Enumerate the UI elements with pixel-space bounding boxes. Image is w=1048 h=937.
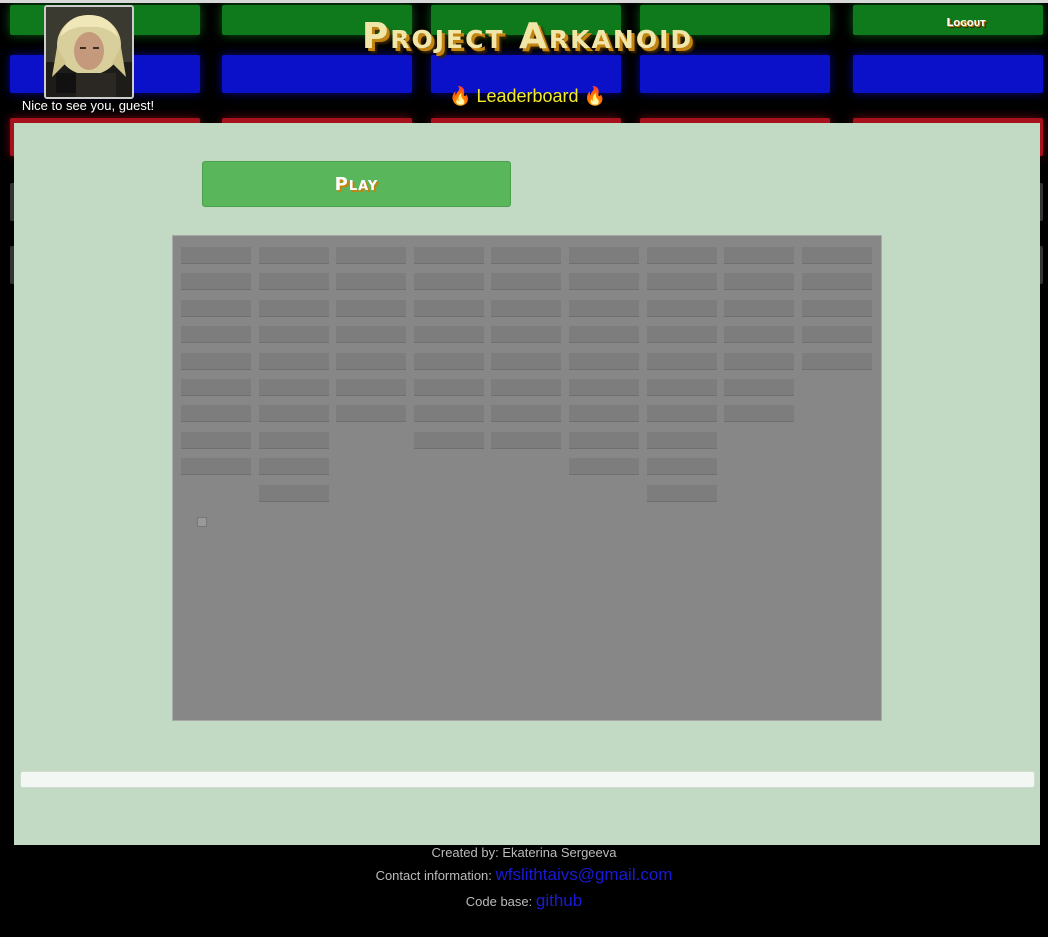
main-panel: Play: [14, 123, 1040, 845]
github-link[interactable]: github: [536, 891, 582, 910]
avatar-image: [46, 7, 132, 97]
created-label: Created by:: [431, 845, 499, 860]
game-brick: [181, 353, 251, 369]
game-brick: [259, 247, 329, 263]
game-brick: [724, 273, 794, 289]
game-brick: [569, 379, 639, 395]
game-brick: [647, 300, 717, 316]
footer-code: Code base: github: [0, 891, 1048, 911]
game-brick: [647, 485, 717, 501]
author-name: Ekaterina Sergeeva: [502, 845, 617, 860]
game-brick: [414, 247, 484, 263]
game-brick: [647, 458, 717, 474]
code-label: Code base:: [465, 894, 533, 909]
game-brick: [336, 379, 406, 395]
email-link[interactable]: wfslithtaivs@gmail.com: [496, 865, 673, 884]
game-brick: [259, 300, 329, 316]
game-brick: [491, 353, 561, 369]
game-brick: [181, 326, 251, 342]
game-brick: [181, 247, 251, 263]
leaderboard-link[interactable]: 🔥 Leaderboard 🔥: [400, 86, 655, 107]
game-brick: [259, 326, 329, 342]
game-brick: [259, 405, 329, 421]
game-ball: [197, 517, 207, 527]
game-brick: [647, 273, 717, 289]
game-brick: [491, 432, 561, 448]
footer-credits: Created by: Ekaterina Sergeeva: [0, 845, 1048, 860]
game-brick: [414, 326, 484, 342]
game-brick: [569, 405, 639, 421]
logout-button[interactable]: Logout: [938, 16, 994, 29]
game-brick: [647, 326, 717, 342]
game-brick: [724, 300, 794, 316]
game-brick: [647, 432, 717, 448]
game-brick: [259, 458, 329, 474]
game-brick: [647, 379, 717, 395]
game-brick: [414, 379, 484, 395]
game-brick: [414, 353, 484, 369]
game-brick: [259, 353, 329, 369]
game-brick: [414, 300, 484, 316]
game-brick: [181, 458, 251, 474]
footer-contact: Contact information: wfslithtaivs@gmail.…: [0, 865, 1048, 885]
game-brick: [491, 247, 561, 263]
game-brick: [724, 405, 794, 421]
game-brick: [336, 300, 406, 316]
game-brick: [647, 247, 717, 263]
game-brick: [802, 353, 872, 369]
game-brick: [181, 273, 251, 289]
game-brick: [569, 353, 639, 369]
game-brick: [259, 273, 329, 289]
top-divider: [0, 0, 1048, 3]
game-brick: [336, 353, 406, 369]
game-brick: [569, 247, 639, 263]
game-brick: [336, 405, 406, 421]
game-brick: [647, 353, 717, 369]
background-brick: [640, 55, 830, 93]
game-brick: [181, 432, 251, 448]
game-brick: [181, 405, 251, 421]
game-brick: [724, 379, 794, 395]
game-brick: [491, 405, 561, 421]
avatar: [44, 5, 134, 99]
game-brick: [491, 273, 561, 289]
game-brick: [569, 300, 639, 316]
game-brick: [414, 405, 484, 421]
background-brick: [853, 55, 1043, 93]
background-brick: [222, 55, 412, 93]
progress-bar: [20, 771, 1035, 788]
game-brick: [259, 379, 329, 395]
game-brick: [181, 300, 251, 316]
greeting-text: Nice to see you, guest!: [21, 98, 155, 113]
game-brick: [491, 326, 561, 342]
game-brick: [259, 432, 329, 448]
game-brick: [569, 458, 639, 474]
game-brick: [802, 300, 872, 316]
game-brick: [569, 326, 639, 342]
game-brick: [414, 273, 484, 289]
contact-label: Contact information:: [375, 868, 492, 883]
game-brick: [414, 432, 484, 448]
game-brick: [336, 326, 406, 342]
game-brick: [336, 247, 406, 263]
game-brick: [724, 247, 794, 263]
game-brick: [647, 405, 717, 421]
game-brick: [336, 273, 406, 289]
page-title: Project Arkanoid: [361, 16, 694, 57]
game-brick: [181, 379, 251, 395]
game-brick: [569, 273, 639, 289]
game-brick: [802, 273, 872, 289]
game-brick: [724, 353, 794, 369]
game-brick: [491, 300, 561, 316]
play-button[interactable]: Play: [202, 161, 511, 207]
game-brick: [259, 485, 329, 501]
game-brick: [724, 326, 794, 342]
game-brick: [491, 379, 561, 395]
game-canvas[interactable]: [172, 235, 882, 721]
game-brick: [569, 432, 639, 448]
game-brick: [802, 326, 872, 342]
game-brick: [802, 247, 872, 263]
